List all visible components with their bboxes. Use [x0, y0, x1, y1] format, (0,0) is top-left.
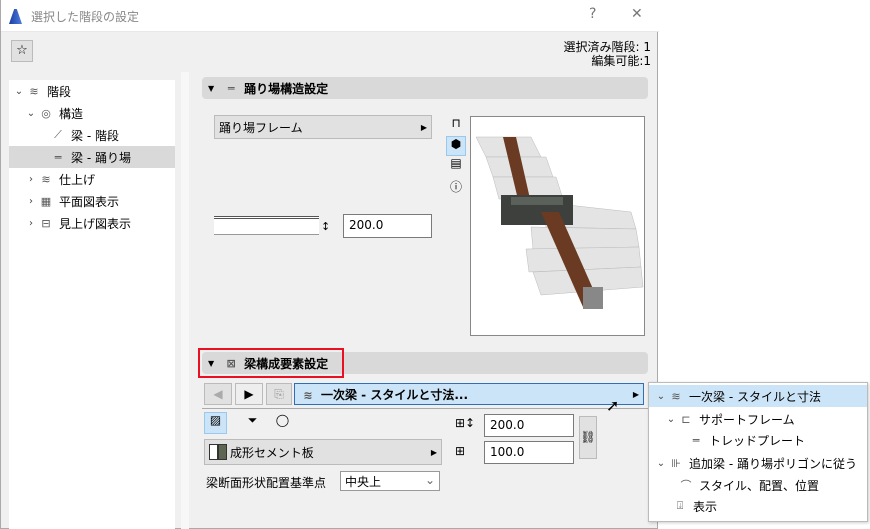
chevron-down-icon[interactable]: ⌄ — [13, 86, 25, 97]
chevron-right-icon: ▶ — [430, 447, 437, 457]
next-button[interactable]: ▶ — [235, 383, 263, 405]
chevron-right-icon[interactable]: › — [25, 196, 37, 207]
3d-view-icon[interactable]: ⬢ — [446, 136, 466, 156]
popup-item-primary-beam[interactable]: ⌄ ≋ 一次梁 - スタイルと寸法 — [649, 385, 867, 407]
material-dropdown[interactable]: 成形セメント板 ▶ — [204, 439, 442, 465]
selection-info: 選択済み階段: 1 編集可能:1 — [564, 40, 652, 68]
width-icon: ⊞↕ — [455, 416, 476, 430]
dialog-title: 選択した階段の設定 — [31, 10, 140, 24]
tree-item-beam-stair[interactable]: ⟋ 梁 - 階段 — [9, 124, 175, 146]
structure-icon: ◎ — [41, 106, 51, 120]
floor-plan-view-icon[interactable]: ⊓ — [446, 116, 466, 136]
settings-tree: ⌄ ≋ 階段 ⌄ ◎ 構造 ⟋ 梁 - 階段 ═ 梁 - 踊り場 › ≋ 仕上げ › ▦ 平面図表示… — [9, 80, 175, 529]
profile-round-icon[interactable]: ◯ — [271, 413, 294, 427]
beam-stair-icon: ⟋ — [54, 128, 62, 141]
highlight-box — [198, 348, 344, 378]
primary-beam-icon: ≋ — [671, 389, 681, 403]
app-icon — [9, 9, 22, 24]
chevron-right-icon: ▶ — [420, 122, 427, 132]
floor-plan-icon: ▦ — [40, 194, 52, 208]
profile-tapered-icon[interactable]: ⏷ — [241, 413, 264, 428]
chevron-right-icon: ▶ — [632, 389, 639, 399]
profile-rectangular-icon[interactable]: ▨ — [204, 412, 227, 434]
title-bar: 選択した階段の設定 ? ✕ — [1, 0, 659, 32]
mouse-cursor-icon: ➚ — [606, 396, 620, 415]
pencil-icon: ⍗ — [676, 499, 684, 512]
editable-count: 編集可能:1 — [591, 54, 651, 68]
landing-structure-header[interactable]: ▼ ═ 踊り場構造設定 — [202, 77, 648, 99]
chevron-right-icon[interactable]: › — [25, 218, 37, 229]
transfer-settings-button[interactable]: ⎘ — [266, 383, 292, 405]
thickness-arrows-icon: ↕ — [321, 220, 331, 233]
tree-item-structure[interactable]: ⌄ ◎ 構造 — [9, 102, 175, 124]
3d-preview — [470, 116, 645, 336]
thickness-preview — [214, 216, 319, 235]
stair-icon: ≋ — [29, 84, 39, 98]
link-dimensions-button[interactable]: ⛓ — [579, 416, 597, 459]
beam-width-input[interactable]: 200.0 — [484, 414, 574, 437]
primary-beam-icon: ≋ — [303, 388, 313, 402]
landing-beam-icon: ═ — [227, 81, 235, 95]
additional-beam-icon: ⊪ — [671, 456, 681, 470]
landing-frame-dropdown[interactable]: 踊り場フレーム ▶ — [214, 115, 432, 139]
close-button[interactable]: ✕ — [631, 6, 643, 22]
chevron-down-icon[interactable]: ⌄ — [25, 108, 37, 119]
section-view-icon[interactable]: ▤ — [446, 156, 466, 178]
popup-item-support-frame[interactable]: ⌄ ⊏ サポートフレーム — [649, 408, 867, 430]
height-icon: ⊞ — [455, 444, 466, 458]
material-swatch-icon — [209, 444, 218, 460]
beam-landing-icon: ═ — [54, 150, 62, 164]
favorites-button[interactable]: ☆ — [11, 40, 33, 62]
help-button[interactable]: ? — [589, 6, 596, 22]
tree-item-floor-plan[interactable]: › ▦ 平面図表示 — [9, 190, 175, 212]
tree-item-stair[interactable]: ⌄ ≋ 階段 — [9, 80, 175, 102]
anchor-select[interactable]: 中央上 ⌄ — [340, 471, 440, 491]
tree-item-reflected-ceiling[interactable]: › ⊟ 見上げ図表示 — [9, 212, 175, 234]
finish-icon: ≋ — [41, 172, 51, 186]
star-icon: ☆ — [16, 43, 28, 58]
support-frame-icon: ⊏ — [681, 412, 691, 426]
tread-plate-icon: ═ — [692, 433, 700, 447]
splitter[interactable] — [181, 72, 189, 529]
chevron-right-icon[interactable]: › — [25, 174, 37, 185]
stair-settings-dialog: 選択した階段の設定 ? ✕ ☆ 選択済み階段: 1 編集可能:1 ⌄ ≋ 階段 ⌄ ◎… — [0, 0, 659, 529]
popup-item-style-placement[interactable]: ⌒ スタイル、配置、位置 — [649, 474, 867, 496]
tree-item-beam-landing[interactable]: ═ 梁 - 踊り場 — [9, 146, 175, 168]
popup-item-tread-plate[interactable]: ═ トレッドプレート — [649, 429, 867, 451]
chevron-down-icon: ⌄ — [424, 473, 435, 487]
chain-link-icon: ⛓ — [580, 430, 596, 444]
info-icon[interactable]: ⓘ — [446, 178, 466, 198]
divider — [202, 408, 648, 409]
thickness-input[interactable]: 200.0 — [343, 214, 432, 238]
anchor-label: 梁断面形状配置基準点 — [206, 476, 327, 490]
popup-item-display[interactable]: ⍗ 表示 — [649, 495, 867, 517]
popup-item-additional-beam[interactable]: ⌄ ⊪ 追加梁 - 踊り場ポリゴンに従う — [649, 452, 867, 474]
component-popup-menu: ⌄ ≋ 一次梁 - スタイルと寸法 ⌄ ⊏ サポートフレーム ═ トレッドプレート ⌄ ⊪ 追… — [648, 382, 868, 522]
component-dropdown[interactable]: ≋ 一次梁 - スタイルと寸法... ▶ — [294, 383, 644, 405]
style-placement-icon: ⌒ — [680, 479, 692, 492]
view-mode-icons: ⊓ ⬢ ▤ ⓘ — [446, 116, 466, 198]
selected-count: 選択済み階段: 1 — [563, 40, 652, 54]
previous-button[interactable]: ◀ — [204, 383, 232, 405]
ceiling-plan-icon: ⊟ — [41, 216, 51, 230]
collapse-triangle-icon: ▼ — [208, 83, 215, 93]
tree-item-finish[interactable]: › ≋ 仕上げ — [9, 168, 175, 190]
beam-height-input[interactable]: 100.0 — [484, 441, 574, 464]
